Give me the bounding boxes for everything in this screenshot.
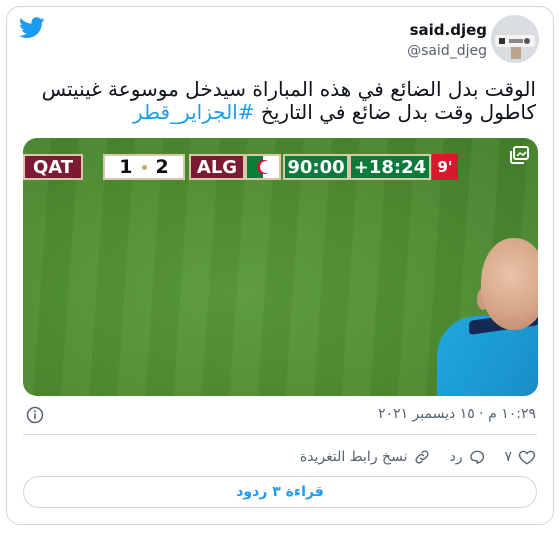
tweet-media-video[interactable]: QAT 12 ALG 90:00 +18:24 9' <box>23 138 538 396</box>
like-button[interactable]: ٧ <box>504 448 536 466</box>
link-icon <box>415 450 430 464</box>
divider <box>23 434 537 435</box>
away-team: ALG <box>189 154 245 180</box>
referee-head <box>481 238 538 330</box>
added-time-clock: +18:24 <box>349 154 431 180</box>
reply-label: رد <box>449 449 463 465</box>
user-handle[interactable]: @said_djeg <box>407 43 487 59</box>
tweet-line-2-text: كاطول وقت بدل ضائع في التاريخ <box>254 100 536 124</box>
score-separator <box>141 164 147 170</box>
copy-link-label: نسخ رابط التغريدة <box>299 449 408 465</box>
twitter-bird-icon[interactable] <box>19 17 45 39</box>
added-minutes-badge: 9' <box>432 154 458 180</box>
reply-icon <box>470 450 485 464</box>
info-icon[interactable] <box>26 406 44 424</box>
tweet-text: الوقت بدل الضائع في هذه المباراة سيدخل م… <box>26 78 536 124</box>
display-name[interactable]: said.djeg <box>410 21 487 39</box>
score: 12 <box>103 154 185 180</box>
gallery-icon[interactable] <box>509 146 529 164</box>
match-clock: 90:00 <box>283 154 349 180</box>
avatar[interactable] <box>491 15 539 63</box>
copy-link-button[interactable]: نسخ رابط التغريدة <box>300 448 432 466</box>
tweet-actions: ٧ رد نسخ رابط التغريدة <box>300 446 536 468</box>
algeria-flag-icon <box>245 154 281 180</box>
like-count: ٧ <box>504 449 512 465</box>
tweet-timestamp[interactable]: ١٠:٢٩ م · ١٥ ديسمبر ٢٠٢١ <box>378 406 536 422</box>
scoreboard: QAT 12 ALG 90:00 +18:24 9' <box>23 154 458 180</box>
read-replies-button[interactable]: قراءة ٣ ردود <box>23 476 537 508</box>
tweet-line-1: الوقت بدل الضائع في هذه المباراة سيدخل م… <box>41 77 536 101</box>
avatar-image <box>491 15 539 63</box>
away-score: 2 <box>155 156 169 178</box>
home-team: QAT <box>23 154 83 180</box>
reply-button[interactable]: رد <box>449 448 486 466</box>
tweet-line-2: كاطول وقت بدل ضائع في التاريخ #الجزاير_ق… <box>26 101 536 124</box>
hashtag-link[interactable]: #الجزاير_قطر <box>133 100 255 124</box>
home-score: 1 <box>119 156 133 178</box>
heart-icon <box>518 450 536 465</box>
